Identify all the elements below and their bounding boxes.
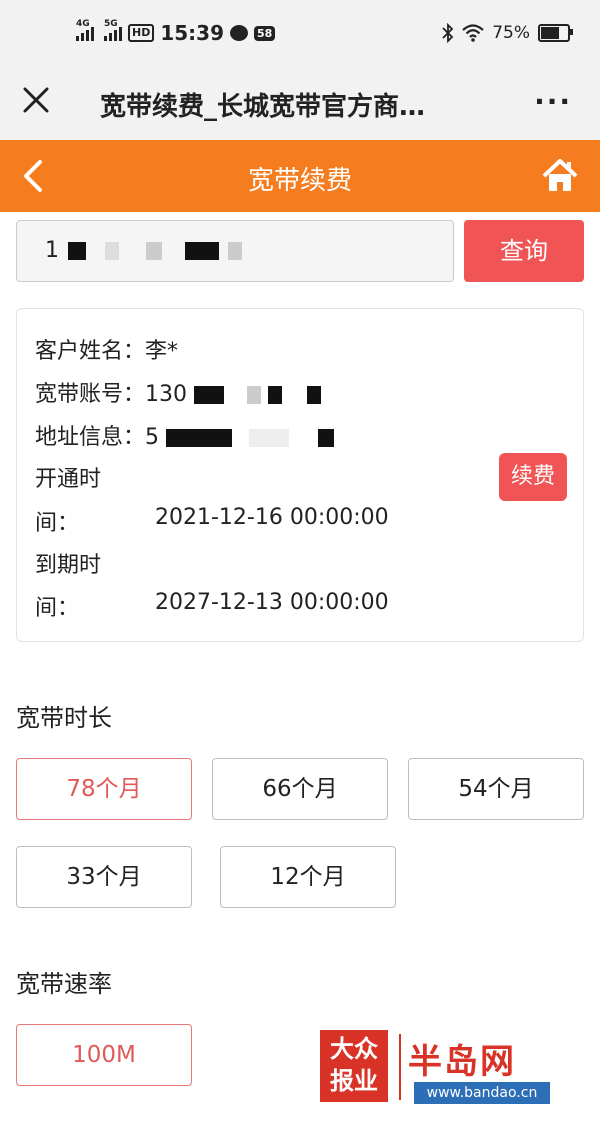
battery-percent: 75% <box>492 23 530 43</box>
speed-option-100m[interactable]: 100M <box>16 1024 192 1086</box>
privacy-mask <box>146 242 162 260</box>
expire-time-value: 2027-12-13 00:00:00 <box>155 590 389 615</box>
more-options-icon[interactable]: ··· <box>534 88 572 116</box>
signal-5g-icon: 5G <box>104 19 122 41</box>
speed-section-title: 宽带速率 <box>16 970 112 998</box>
privacy-mask <box>268 386 283 404</box>
app-header: 宽带续费 <box>0 140 600 212</box>
open-time-label-line1: 开通时 <box>35 467 102 492</box>
customer-name-label: 客户姓名： <box>35 339 146 364</box>
privacy-mask <box>68 242 86 260</box>
address-value: 5 <box>145 425 160 450</box>
account-info-card: 客户姓名：李* 宽带账号：130 地址信息：5 开通时 间： 2021-12-1… <box>16 308 584 642</box>
privacy-mask <box>249 429 290 447</box>
browser-title-bar: 宽带续费_长城宽带官方商… ··· <box>0 66 600 140</box>
logo-text-top: 大众 <box>330 1035 378 1063</box>
account-value: 130 <box>145 382 188 407</box>
duration-option-33[interactable]: 33个月 <box>16 846 192 908</box>
privacy-mask <box>247 386 262 404</box>
browser-title: 宽带续费_长城宽带官方商… <box>100 92 426 122</box>
account-row: 宽带账号：130 <box>35 376 322 408</box>
status-time: 15:39 <box>160 21 225 45</box>
home-icon[interactable] <box>540 156 580 196</box>
duration-option-78[interactable]: 78个月 <box>16 758 192 820</box>
status-left: 4G 5G HD 15:39 58 <box>76 18 276 48</box>
watermark-divider <box>399 1034 401 1100</box>
address-label: 地址信息： <box>35 425 146 450</box>
battery-fill <box>541 27 559 39</box>
privacy-mask <box>228 242 242 260</box>
open-time-value: 2021-12-16 00:00:00 <box>155 505 389 530</box>
privacy-mask <box>105 242 119 260</box>
customer-name-value: 李* <box>145 339 179 364</box>
search-button[interactable]: 查询 <box>464 220 584 282</box>
expire-time-label-line2: 间： <box>35 596 80 621</box>
bandao-site-name: 半岛网 <box>408 1042 516 1082</box>
privacy-mask <box>194 386 225 404</box>
account-label: 宽带账号： <box>35 382 146 407</box>
privacy-mask <box>185 242 219 260</box>
wifi-icon <box>462 24 484 42</box>
renew-button[interactable]: 续费 <box>499 453 567 501</box>
network-4g-label: 4G <box>76 19 90 29</box>
notification-badge: 58 <box>254 25 276 41</box>
duration-option-12[interactable]: 12个月 <box>220 846 396 908</box>
open-time-label-line2: 间： <box>35 511 80 536</box>
privacy-mask <box>318 429 335 447</box>
signal-4g-icon: 4G <box>76 19 94 41</box>
duration-option-66[interactable]: 66个月 <box>212 758 388 820</box>
privacy-mask <box>166 429 233 447</box>
address-row: 地址信息：5 <box>35 419 335 451</box>
search-input-value: 1 <box>45 238 59 263</box>
battery-icon <box>538 24 573 42</box>
account-search-input[interactable]: 1 <box>16 220 454 282</box>
logo-text-bottom: 报业 <box>330 1067 378 1095</box>
customer-name-row: 客户姓名：李* <box>35 333 178 365</box>
close-icon[interactable] <box>18 82 54 118</box>
bluetooth-icon <box>442 23 454 43</box>
duration-option-54[interactable]: 54个月 <box>408 758 584 820</box>
duration-section-title: 宽带时长 <box>16 704 112 732</box>
status-right: 75% <box>442 18 573 48</box>
page-title: 宽带续费 <box>247 166 352 196</box>
status-bar: 4G 5G HD 15:39 58 75% <box>0 0 600 66</box>
message-icon <box>230 25 249 41</box>
privacy-mask <box>307 386 322 404</box>
dazhong-news-logo: 大众 报业 DAZHONG NEWS <box>320 1030 388 1109</box>
bandao-site-url: www.bandao.cn <box>414 1082 550 1104</box>
logo-english: DAZHONG NEWS <box>325 1102 383 1109</box>
expire-time-label-line1: 到期时 <box>35 553 102 578</box>
network-5g-label: 5G <box>104 19 118 29</box>
hd-icon: HD <box>128 24 155 42</box>
